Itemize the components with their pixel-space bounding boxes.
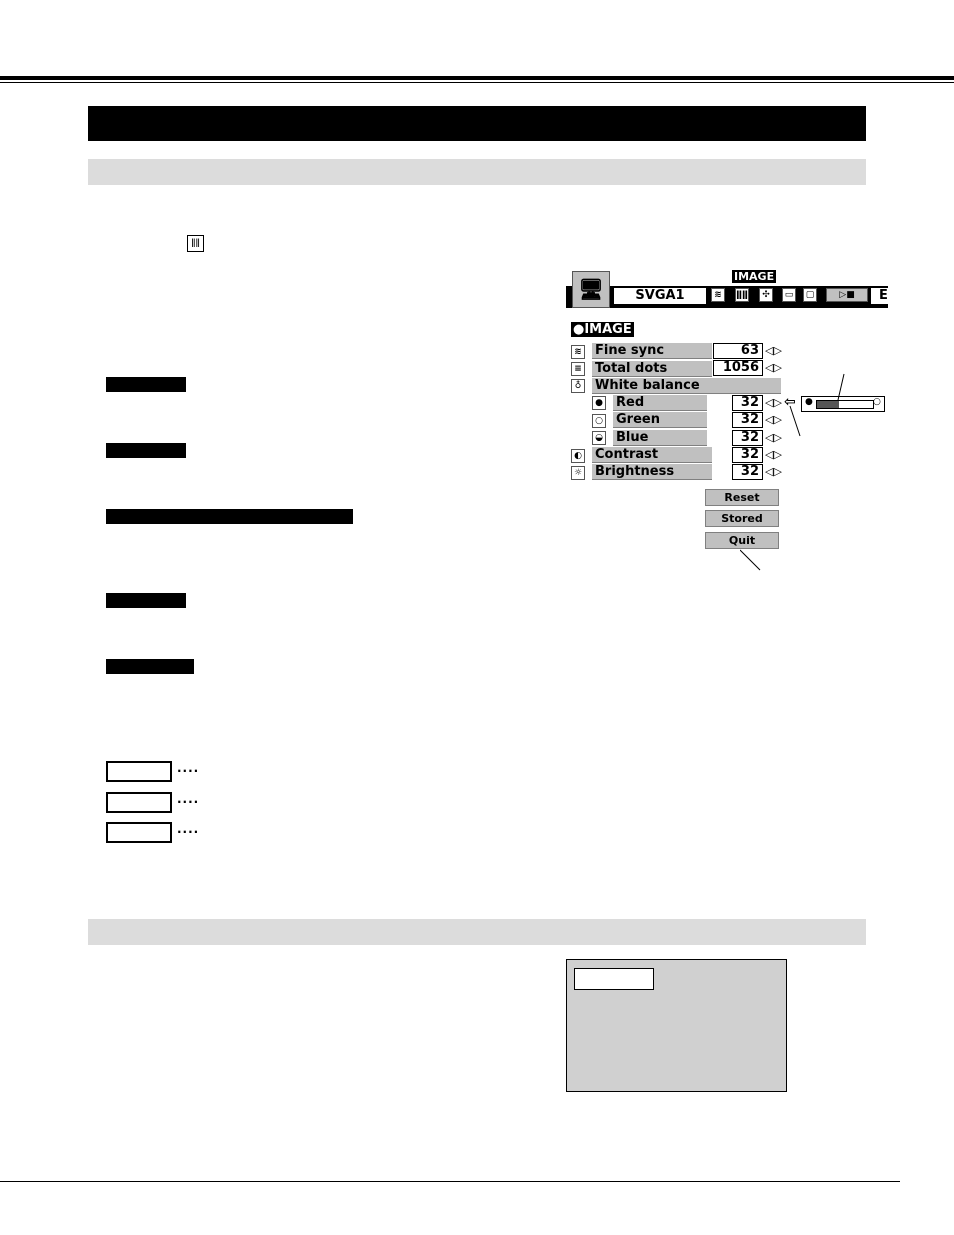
menu-item-brightness[interactable]: Brightness [592, 464, 712, 480]
section-header-1 [88, 159, 866, 185]
label-brightness [106, 659, 194, 674]
option-box-1 [106, 761, 172, 782]
label-contrast [106, 593, 186, 608]
label-white-balance [106, 509, 353, 524]
label-total-dots [106, 443, 186, 458]
chapter-header-bar [88, 106, 866, 141]
toolbar-title: IMAGE [732, 270, 777, 283]
pc-icon[interactable]: 🖥 [572, 271, 610, 308]
menu-item-red[interactable]: Red [613, 395, 707, 411]
gray-panel [566, 959, 787, 1092]
adjust-arrows-icon[interactable]: ◁▷ [765, 344, 782, 357]
option-box-3 [106, 822, 172, 843]
top-rule [0, 76, 954, 80]
memo-tool-icon[interactable]: ▢ [803, 288, 817, 302]
callout-arrow [789, 405, 801, 437]
stored-button[interactable]: Stored [705, 510, 779, 527]
slider-max-icon: ○ [873, 397, 881, 407]
projector-tool-icon[interactable]: ▷■ [826, 288, 868, 302]
red-icon: ● [592, 396, 606, 410]
fine-sync-tool-icon[interactable]: ≋ [711, 288, 725, 302]
image-adjust-tool-icon[interactable]: ǁǁ [735, 288, 749, 302]
brightness-icon: ☼ [571, 466, 585, 480]
fine-sync-value[interactable]: 63 [713, 343, 763, 359]
label-fine-sync [106, 377, 186, 392]
source-field: SVGA1 [614, 288, 706, 304]
quit-button[interactable]: Quit [705, 532, 779, 549]
menu-item-green[interactable]: Green [613, 412, 707, 428]
menu-title: ●IMAGE [571, 322, 634, 337]
option-dots-3: ···· [177, 825, 200, 839]
white-balance-icon: ♁ [571, 379, 585, 393]
green-icon: ○ [592, 414, 606, 428]
callout-quit [740, 549, 761, 571]
contrast-icon: ◐ [571, 449, 585, 463]
menu-item-total-dots[interactable]: Total dots [592, 361, 712, 377]
option-dots-2: ···· [177, 795, 200, 809]
total-dots-icon: ≡ [571, 362, 585, 376]
panel-label-box [574, 968, 654, 990]
blue-icon: ◒ [592, 431, 606, 445]
position-tool-icon[interactable]: ✣ [759, 288, 773, 302]
option-dots-1: ···· [177, 764, 200, 778]
top-rule-thin [0, 82, 954, 83]
footer-rule [0, 1181, 900, 1182]
menu-item-blue[interactable]: Blue [613, 430, 707, 446]
toolbar-trailing: E [871, 288, 899, 304]
menu-title-text: IMAGE [584, 322, 632, 337]
section-header-2 [88, 919, 866, 945]
image-adjust-icon: ǁǁ [187, 235, 204, 252]
screen-tool-icon[interactable]: ▭ [782, 288, 796, 302]
option-box-2 [106, 792, 172, 813]
fine-sync-icon: ≋ [571, 345, 585, 359]
callout-slider [837, 373, 845, 401]
menu-item-contrast[interactable]: Contrast [592, 447, 712, 463]
menu-item-fine-sync[interactable]: Fine sync [592, 343, 712, 359]
reset-button[interactable]: Reset [705, 489, 779, 506]
